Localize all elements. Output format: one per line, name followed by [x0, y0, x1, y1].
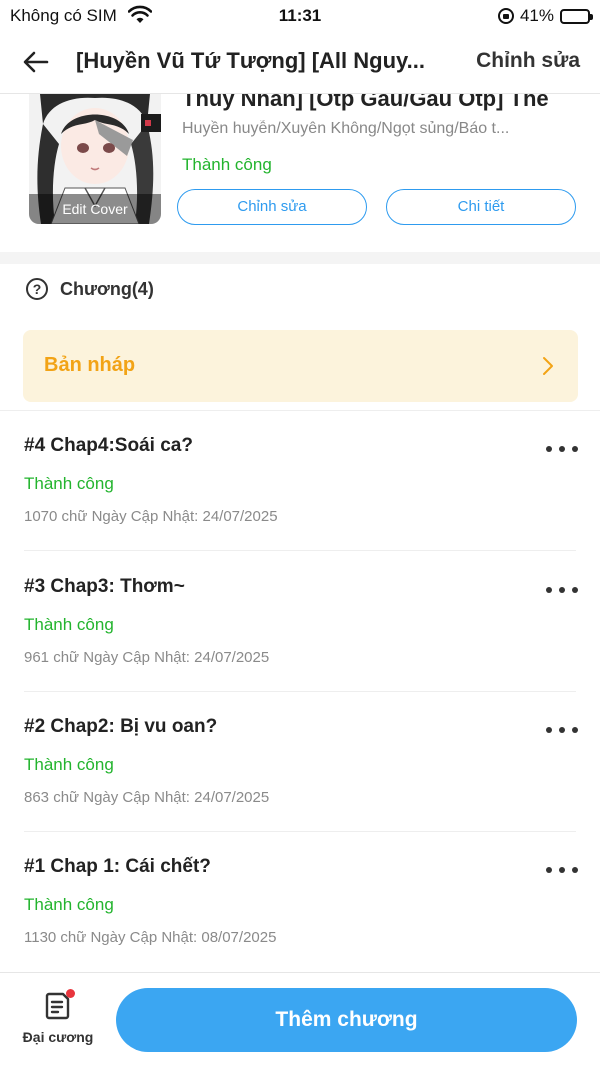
more-icon[interactable]	[546, 862, 578, 878]
chapter-meta: 1130 chữ Ngày Cập Nhật: 08/07/2025	[24, 929, 277, 946]
battery-icon	[560, 8, 593, 24]
drafts-row[interactable]: Bản nháp	[23, 330, 578, 402]
chapter-meta: 961 chữ Ngày Cập Nhật: 24/07/2025	[24, 649, 270, 666]
book-status: Thành công	[182, 155, 272, 174]
chapters-count-label: Chương(4)	[60, 278, 154, 299]
bottom-bar: Đại cương Thêm chương	[0, 972, 600, 1067]
chapter-status: Thành công	[24, 615, 114, 634]
more-icon[interactable]	[546, 582, 578, 598]
add-chapter-button[interactable]: Thêm chương	[116, 988, 577, 1052]
status-bar: Không có SIM 11:31 41%	[0, 0, 600, 32]
book-genres: Huyền huyễn/Xuyên Không/Ngọt sủng/Báo t.…	[182, 120, 510, 137]
book-summary: Edit Cover Thuỷ Nhan] [Otp Gau/Gau Otp] …	[0, 94, 600, 252]
edit-book-button[interactable]: Chỉnh sửa	[177, 189, 367, 225]
outline-button[interactable]: Đại cương	[22, 989, 94, 1045]
chapter-title: #1 Chap 1: Cái chết?	[24, 856, 211, 877]
edit-cover-label[interactable]: Edit Cover	[29, 194, 161, 224]
drafts-label: Bản nháp	[44, 354, 136, 376]
outline-label: Đại cương	[22, 1029, 94, 1045]
more-icon[interactable]	[546, 722, 578, 738]
book-cover[interactable]: Edit Cover	[29, 94, 161, 224]
chapter-title: #4 Chap4:Soái ca?	[24, 435, 193, 456]
top-nav-bar: [Huyền Vũ Tứ Tượng] [All Nguy... Chỉnh s…	[0, 32, 600, 94]
header-edit-button[interactable]: Chỉnh sửa	[476, 49, 580, 73]
section-gap	[0, 252, 600, 264]
chapter-status: Thành công	[24, 755, 114, 774]
chevron-right-icon	[543, 357, 553, 375]
chapter-status: Thành công	[24, 895, 114, 914]
chapter-item[interactable]: #4 Chap4:Soái ca? Thành công 1070 chữ Ng…	[0, 411, 600, 551]
divider	[24, 550, 576, 551]
status-right: 41%	[497, 6, 593, 26]
chapters-header: ? Chương(4)	[26, 278, 154, 300]
more-icon[interactable]	[546, 441, 578, 457]
notification-dot	[66, 989, 75, 998]
chapter-item[interactable]: #2 Chap2: Bị vu oan? Thành công 863 chữ …	[0, 692, 600, 832]
book-name: Thuỷ Nhan] [Otp Gau/Gau Otp] The	[182, 94, 549, 111]
chapter-meta: 1070 chữ Ngày Cập Nhật: 24/07/2025	[24, 508, 278, 525]
page: Không có SIM 11:31 41% [Huyền Vũ Tứ Tượn…	[0, 0, 600, 1067]
chapter-item[interactable]: #1 Chap 1: Cái chết? Thành công 1130 chữ…	[0, 832, 600, 972]
battery-percent: 41%	[519, 6, 554, 25]
chapter-title: #2 Chap2: Bị vu oan?	[24, 716, 218, 737]
chapter-meta: 863 chữ Ngày Cập Nhật: 24/07/2025	[24, 789, 270, 806]
chapter-item[interactable]: #3 Chap3: Thơm~ Thành công 961 chữ Ngày …	[0, 552, 600, 692]
chapter-status: Thành công	[24, 474, 114, 493]
orientation-lock-icon	[497, 8, 514, 24]
chapter-title: #3 Chap3: Thơm~	[24, 576, 185, 597]
outline-document-icon	[45, 989, 75, 1021]
help-circle-icon[interactable]: ?	[26, 278, 48, 300]
page-title: [Huyền Vũ Tứ Tượng] [All Nguy...	[76, 48, 425, 73]
detail-button[interactable]: Chi tiết	[386, 189, 576, 225]
back-arrow-icon[interactable]	[20, 46, 52, 78]
